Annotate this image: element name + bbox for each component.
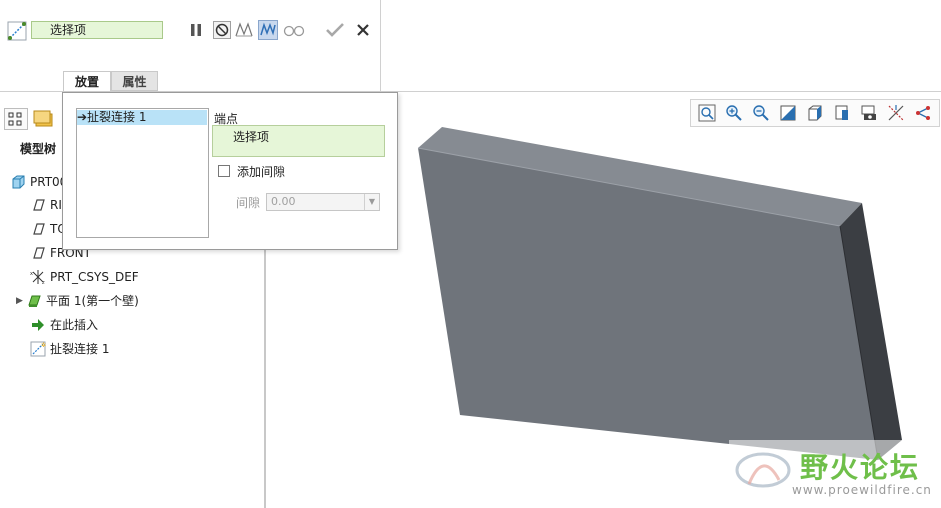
tree-item-rip-connect[interactable]: ✲ 扯裂连接 1 bbox=[30, 338, 109, 360]
folder-icon bbox=[33, 110, 53, 127]
tree-item-label: 扯裂连接 1 bbox=[50, 342, 110, 356]
display-style-button[interactable] bbox=[804, 102, 826, 124]
rip-connect-set-list[interactable] bbox=[76, 108, 209, 238]
tree-item-insert-here[interactable]: 在此插入 bbox=[30, 314, 98, 336]
gap-value: 0.00 bbox=[271, 195, 296, 208]
expand-triangle-icon[interactable]: ▶ bbox=[16, 290, 26, 312]
zoom-out-button[interactable] bbox=[750, 102, 772, 124]
insert-here-arrow-icon bbox=[32, 319, 44, 331]
csys-icon: xz bbox=[30, 270, 45, 285]
saved-views-icon bbox=[835, 105, 848, 120]
tree-item-label: 在此插入 bbox=[50, 318, 99, 332]
camera-icon bbox=[861, 105, 876, 120]
watermark-url: www.proewildfire.cn bbox=[792, 483, 932, 497]
watermark-text: 野火论坛 bbox=[800, 451, 921, 484]
svg-text:x: x bbox=[30, 271, 33, 277]
tree-item-label: 平面 1(第一个壁) bbox=[46, 294, 139, 308]
refit-icon bbox=[698, 104, 716, 122]
saved-orientations-button[interactable] bbox=[831, 102, 853, 124]
view-toolbar bbox=[690, 99, 940, 127]
datum-plane-icon bbox=[33, 247, 45, 259]
view-manager-button[interactable] bbox=[858, 102, 880, 124]
gap-label: 间隙 bbox=[236, 196, 261, 210]
watermark-logo-icon bbox=[735, 452, 791, 488]
tree-item-part[interactable]: PRT00 bbox=[10, 171, 67, 193]
endpoint-collector[interactable]: 选择项 bbox=[212, 125, 385, 157]
repaint-icon bbox=[780, 105, 796, 121]
tree-item-datum-right[interactable]: RI bbox=[30, 194, 62, 216]
svg-text:✲: ✲ bbox=[41, 342, 46, 349]
add-gap-label[interactable]: 添加间隙 bbox=[237, 163, 285, 180]
zoom-in-button[interactable] bbox=[723, 102, 745, 124]
tree-item-flat-wall[interactable]: ▶ 平面 1(第一个壁) bbox=[16, 290, 139, 312]
tree-structure-icon bbox=[8, 112, 22, 126]
zoom-in-icon bbox=[726, 105, 742, 121]
datum-display-icon bbox=[888, 105, 904, 121]
part-icon bbox=[12, 175, 25, 189]
tree-item-label: PRT_CSYS_DEF bbox=[50, 270, 139, 284]
rip-connect-icon: ✲ bbox=[30, 341, 46, 357]
model-tree-title: 模型树 bbox=[20, 142, 57, 156]
folder-browser-tab-button[interactable] bbox=[32, 108, 56, 130]
datum-plane-icon bbox=[33, 223, 45, 235]
annotation-display-button[interactable] bbox=[912, 102, 934, 124]
model-tree-tab-button[interactable] bbox=[4, 108, 28, 130]
rip-connect-set-item[interactable]: ➔扯裂连接 1 bbox=[77, 110, 207, 125]
sheetmetal-wall-icon bbox=[28, 295, 41, 307]
svg-text:z: z bbox=[42, 280, 45, 285]
dropdown-arrow-icon[interactable]: ▼ bbox=[364, 194, 379, 210]
datum-display-button[interactable] bbox=[885, 102, 907, 124]
datum-plane-icon bbox=[33, 199, 45, 211]
tree-item-csys[interactable]: xz PRT_CSYS_DEF bbox=[30, 266, 139, 288]
shaded-cube-icon bbox=[808, 105, 822, 121]
tree-item-label: RI bbox=[50, 198, 62, 212]
refit-button[interactable] bbox=[696, 102, 718, 124]
repaint-button[interactable] bbox=[777, 102, 799, 124]
gap-value-select[interactable]: 0.00 ▼ bbox=[266, 193, 380, 211]
add-gap-checkbox[interactable] bbox=[218, 165, 230, 177]
connector-icon bbox=[916, 106, 930, 120]
zoom-out-icon bbox=[753, 105, 769, 121]
